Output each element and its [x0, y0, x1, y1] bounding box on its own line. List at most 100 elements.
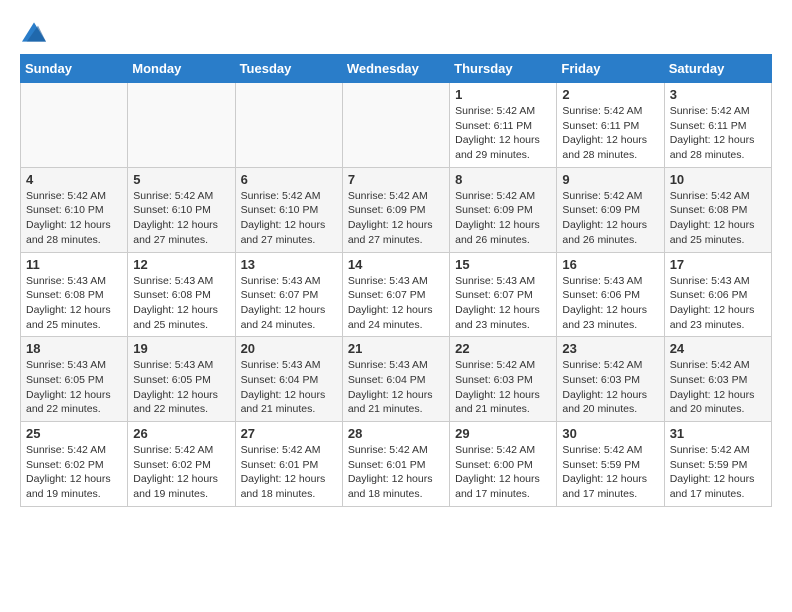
weekday-header-sunday: Sunday [21, 55, 128, 83]
day-info: Sunrise: 5:43 AM Sunset: 6:07 PM Dayligh… [348, 274, 444, 333]
day-info: Sunrise: 5:42 AM Sunset: 6:11 PM Dayligh… [670, 104, 766, 163]
day-number: 2 [562, 87, 658, 102]
calendar-cell: 30 Sunrise: 5:42 AM Sunset: 5:59 PM Dayli… [557, 422, 664, 507]
day-number: 16 [562, 257, 658, 272]
day-info: Sunrise: 5:42 AM Sunset: 6:11 PM Dayligh… [562, 104, 658, 163]
day-number: 19 [133, 341, 229, 356]
day-info: Sunrise: 5:42 AM Sunset: 6:03 PM Dayligh… [562, 358, 658, 417]
day-info: Sunrise: 5:43 AM Sunset: 6:04 PM Dayligh… [348, 358, 444, 417]
calendar-cell: 20 Sunrise: 5:43 AM Sunset: 6:04 PM Dayli… [235, 337, 342, 422]
day-info: Sunrise: 5:43 AM Sunset: 6:06 PM Dayligh… [670, 274, 766, 333]
day-info: Sunrise: 5:43 AM Sunset: 6:06 PM Dayligh… [562, 274, 658, 333]
calendar-header-row: SundayMondayTuesdayWednesdayThursdayFrid… [21, 55, 772, 83]
day-info: Sunrise: 5:42 AM Sunset: 6:10 PM Dayligh… [133, 189, 229, 248]
day-info: Sunrise: 5:42 AM Sunset: 6:09 PM Dayligh… [562, 189, 658, 248]
day-number: 30 [562, 426, 658, 441]
calendar-cell: 1 Sunrise: 5:42 AM Sunset: 6:11 PM Daylig… [450, 83, 557, 168]
calendar-cell: 18Sunrise: 5:43 AM Sunset: 6:05 PM Dayli… [21, 337, 128, 422]
day-info: Sunrise: 5:43 AM Sunset: 6:08 PM Dayligh… [26, 274, 122, 333]
calendar-cell: 8 Sunrise: 5:42 AM Sunset: 6:09 PM Daylig… [450, 167, 557, 252]
logo [20, 20, 46, 44]
weekday-header-tuesday: Tuesday [235, 55, 342, 83]
day-info: Sunrise: 5:42 AM Sunset: 6:01 PM Dayligh… [241, 443, 337, 502]
day-number: 31 [670, 426, 766, 441]
calendar-week-4: 18 Sunrise: 5:43 AM Sunset: 6:05 PM Dayli… [21, 337, 772, 422]
day-number: 24 [670, 341, 766, 356]
day-info: Sunrise: 5:42 AM Sunset: 6:11 PM Dayligh… [455, 104, 551, 163]
calendar-cell: 9 Sunrise: 5:42 AM Sunset: 6:09 PM Daylig… [557, 167, 664, 252]
calendar-cell: 12 Sunrise: 5:43 AM Sunset: 6:08 PM Dayli… [128, 252, 235, 337]
calendar-cell: 29Sunrise: 5:42 AM Sunset: 6:00 PM Dayli… [450, 422, 557, 507]
calendar-week-5: 25 Sunrise: 5:42 AM Sunset: 6:02 PM Dayli… [21, 422, 772, 507]
day-info: Sunrise: 5:43 AM Sunset: 6:05 PM Dayligh… [133, 358, 229, 417]
day-number: 29 [455, 426, 551, 441]
day-info: Sunrise: 5:42 AM Sunset: 6:10 PM Dayligh… [241, 189, 337, 248]
calendar-cell: 28 Sunrise: 5:42 AM Sunset: 6:01 PM Dayli… [342, 422, 449, 507]
day-number: 28 [348, 426, 444, 441]
weekday-header-friday: Friday [557, 55, 664, 83]
day-info: Sunrise: 5:42 AM Sunset: 6:03 PM Dayligh… [455, 358, 551, 417]
weekday-header-wednesday: Wednesday [342, 55, 449, 83]
calendar-cell [342, 83, 449, 168]
day-number: 23 [562, 341, 658, 356]
weekday-header-monday: Monday [128, 55, 235, 83]
calendar-cell: 2 Sunrise: 5:42 AM Sunset: 6:11 PM Daylig… [557, 83, 664, 168]
day-number: 13 [241, 257, 337, 272]
calendar-cell: 31 Sunrise: 5:42 AM Sunset: 5:59 PM Dayli… [664, 422, 771, 507]
logo-icon [22, 20, 46, 44]
day-number: 12 [133, 257, 229, 272]
calendar-week-2: 4 Sunrise: 5:42 AM Sunset: 6:10 PM Daylig… [21, 167, 772, 252]
day-number: 5 [133, 172, 229, 187]
calendar-week-1: 1 Sunrise: 5:42 AM Sunset: 6:11 PM Daylig… [21, 83, 772, 168]
calendar-cell: 21 Sunrise: 5:43 AM Sunset: 6:04 PM Dayli… [342, 337, 449, 422]
day-number: 1 [455, 87, 551, 102]
day-number: 22 [455, 341, 551, 356]
day-info: Sunrise: 5:42 AM Sunset: 6:09 PM Dayligh… [455, 189, 551, 248]
day-number: 18 [26, 341, 122, 356]
calendar-cell: 26Sunrise: 5:42 AM Sunset: 6:02 PM Dayli… [128, 422, 235, 507]
calendar-cell: 19 Sunrise: 5:43 AM Sunset: 6:05 PM Dayli… [128, 337, 235, 422]
calendar-cell [235, 83, 342, 168]
weekday-header-saturday: Saturday [664, 55, 771, 83]
day-info: Sunrise: 5:43 AM Sunset: 6:07 PM Dayligh… [241, 274, 337, 333]
calendar-cell [21, 83, 128, 168]
day-number: 7 [348, 172, 444, 187]
day-number: 21 [348, 341, 444, 356]
day-number: 15 [455, 257, 551, 272]
calendar-cell: 11 Sunrise: 5:43 AM Sunset: 6:08 PM Dayli… [21, 252, 128, 337]
day-info: Sunrise: 5:42 AM Sunset: 6:02 PM Dayligh… [26, 443, 122, 502]
calendar-cell: 15 Sunrise: 5:43 AM Sunset: 6:07 PM Dayli… [450, 252, 557, 337]
day-number: 20 [241, 341, 337, 356]
calendar-cell: 23 Sunrise: 5:42 AM Sunset: 6:03 PM Dayli… [557, 337, 664, 422]
calendar-table: SundayMondayTuesdayWednesdayThursdayFrid… [20, 54, 772, 507]
day-number: 25 [26, 426, 122, 441]
day-info: Sunrise: 5:42 AM Sunset: 6:10 PM Dayligh… [26, 189, 122, 248]
day-info: Sunrise: 5:43 AM Sunset: 6:08 PM Dayligh… [133, 274, 229, 333]
day-info: Sunrise: 5:42 AM Sunset: 5:59 PM Dayligh… [562, 443, 658, 502]
calendar-cell: 14 Sunrise: 5:43 AM Sunset: 6:07 PM Dayli… [342, 252, 449, 337]
day-number: 11 [26, 257, 122, 272]
calendar-cell: 25 Sunrise: 5:42 AM Sunset: 6:02 PM Dayli… [21, 422, 128, 507]
calendar-cell: 5 Sunrise: 5:42 AM Sunset: 6:10 PM Daylig… [128, 167, 235, 252]
day-info: Sunrise: 5:42 AM Sunset: 6:09 PM Dayligh… [348, 189, 444, 248]
day-number: 4 [26, 172, 122, 187]
day-number: 26 [133, 426, 229, 441]
calendar-cell [128, 83, 235, 168]
day-info: Sunrise: 5:43 AM Sunset: 6:07 PM Dayligh… [455, 274, 551, 333]
calendar-cell: 22 Sunrise: 5:42 AM Sunset: 6:03 PM Dayli… [450, 337, 557, 422]
day-number: 3 [670, 87, 766, 102]
day-info: Sunrise: 5:42 AM Sunset: 6:08 PM Dayligh… [670, 189, 766, 248]
day-number: 8 [455, 172, 551, 187]
weekday-header-thursday: Thursday [450, 55, 557, 83]
calendar-cell: 6Sunrise: 5:42 AM Sunset: 6:10 PM Daylig… [235, 167, 342, 252]
day-number: 14 [348, 257, 444, 272]
calendar-week-3: 11 Sunrise: 5:43 AM Sunset: 6:08 PM Dayli… [21, 252, 772, 337]
calendar-cell: 27Sunrise: 5:42 AM Sunset: 6:01 PM Dayli… [235, 422, 342, 507]
calendar-cell: 16 Sunrise: 5:43 AM Sunset: 6:06 PM Dayli… [557, 252, 664, 337]
page-header [20, 20, 772, 44]
calendar-cell: 3 Sunrise: 5:42 AM Sunset: 6:11 PM Daylig… [664, 83, 771, 168]
day-info: Sunrise: 5:43 AM Sunset: 6:04 PM Dayligh… [241, 358, 337, 417]
day-info: Sunrise: 5:42 AM Sunset: 5:59 PM Dayligh… [670, 443, 766, 502]
day-number: 9 [562, 172, 658, 187]
day-info: Sunrise: 5:42 AM Sunset: 6:01 PM Dayligh… [348, 443, 444, 502]
